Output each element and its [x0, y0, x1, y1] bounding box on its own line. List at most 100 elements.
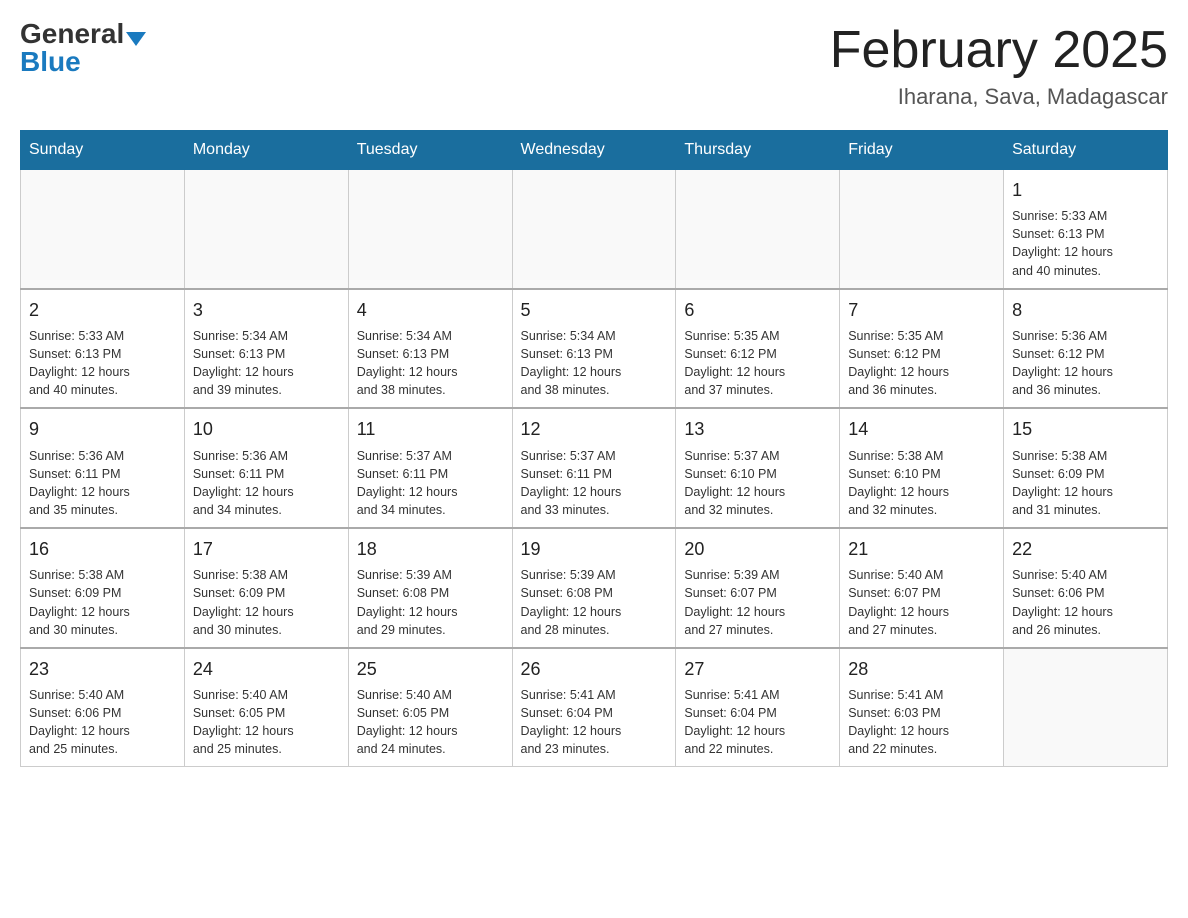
- calendar-day-cell: 24 Sunrise: 5:40 AMSunset: 6:05 PMDayligh…: [184, 648, 348, 767]
- day-of-week-header: Thursday: [676, 131, 840, 170]
- calendar-day-cell: 19 Sunrise: 5:39 AMSunset: 6:08 PMDayligh…: [512, 528, 676, 648]
- day-info: Sunrise: 5:38 AMSunset: 6:09 PMDaylight:…: [1012, 447, 1159, 520]
- day-number: 20: [684, 537, 831, 562]
- calendar-day-cell: 16 Sunrise: 5:38 AMSunset: 6:09 PMDayligh…: [21, 528, 185, 648]
- day-of-week-header: Monday: [184, 131, 348, 170]
- calendar-day-cell: 22 Sunrise: 5:40 AMSunset: 6:06 PMDayligh…: [1004, 528, 1168, 648]
- calendar-day-cell: 9 Sunrise: 5:36 AMSunset: 6:11 PMDaylight…: [21, 408, 185, 528]
- day-of-week-header: Tuesday: [348, 131, 512, 170]
- calendar-day-cell: 5 Sunrise: 5:34 AMSunset: 6:13 PMDaylight…: [512, 289, 676, 409]
- day-number: 10: [193, 417, 340, 442]
- day-number: 25: [357, 657, 504, 682]
- day-of-week-header: Wednesday: [512, 131, 676, 170]
- day-number: 7: [848, 298, 995, 323]
- calendar-day-cell: 26Sunrise: 5:41 AMSunset: 6:04 PMDayligh…: [512, 648, 676, 767]
- day-info: Sunrise: 5:41 AMSunset: 6:04 PMDaylight:…: [521, 686, 668, 759]
- day-info: Sunrise: 5:40 AMSunset: 6:07 PMDaylight:…: [848, 566, 995, 639]
- day-info: Sunrise: 5:41 AMSunset: 6:04 PMDaylight:…: [684, 686, 831, 759]
- day-number: 18: [357, 537, 504, 562]
- logo-arrow-icon: [126, 32, 146, 46]
- day-info: Sunrise: 5:34 AMSunset: 6:13 PMDaylight:…: [521, 327, 668, 400]
- calendar-week-row: 9 Sunrise: 5:36 AMSunset: 6:11 PMDaylight…: [21, 408, 1168, 528]
- day-of-week-header: Sunday: [21, 131, 185, 170]
- calendar-day-cell: [1004, 648, 1168, 767]
- day-info: Sunrise: 5:37 AMSunset: 6:10 PMDaylight:…: [684, 447, 831, 520]
- day-info: Sunrise: 5:35 AMSunset: 6:12 PMDaylight:…: [848, 327, 995, 400]
- day-info: Sunrise: 5:40 AMSunset: 6:06 PMDaylight:…: [29, 686, 176, 759]
- calendar-day-cell: 4Sunrise: 5:34 AMSunset: 6:13 PMDaylight…: [348, 289, 512, 409]
- day-of-week-header: Friday: [840, 131, 1004, 170]
- day-number: 28: [848, 657, 995, 682]
- day-info: Sunrise: 5:35 AMSunset: 6:12 PMDaylight:…: [684, 327, 831, 400]
- day-info: Sunrise: 5:39 AMSunset: 6:07 PMDaylight:…: [684, 566, 831, 639]
- location-title: Iharana, Sava, Madagascar: [830, 84, 1168, 110]
- calendar-day-cell: 14 Sunrise: 5:38 AMSunset: 6:10 PMDayligh…: [840, 408, 1004, 528]
- day-info: Sunrise: 5:36 AMSunset: 6:11 PMDaylight:…: [193, 447, 340, 520]
- day-info: Sunrise: 5:40 AMSunset: 6:05 PMDaylight:…: [193, 686, 340, 759]
- calendar-day-cell: [512, 170, 676, 289]
- calendar-day-cell: 17 Sunrise: 5:38 AMSunset: 6:09 PMDayligh…: [184, 528, 348, 648]
- logo: General Blue: [20, 20, 146, 76]
- day-number: 14: [848, 417, 995, 442]
- calendar-day-cell: 7 Sunrise: 5:35 AMSunset: 6:12 PMDaylight…: [840, 289, 1004, 409]
- calendar-day-cell: 1Sunrise: 5:33 AMSunset: 6:13 PMDaylight…: [1004, 170, 1168, 289]
- day-info: Sunrise: 5:34 AMSunset: 6:13 PMDaylight:…: [193, 327, 340, 400]
- calendar-day-cell: [840, 170, 1004, 289]
- calendar-day-cell: 21 Sunrise: 5:40 AMSunset: 6:07 PMDayligh…: [840, 528, 1004, 648]
- calendar-day-cell: 6Sunrise: 5:35 AMSunset: 6:12 PMDaylight…: [676, 289, 840, 409]
- day-info: Sunrise: 5:40 AMSunset: 6:06 PMDaylight:…: [1012, 566, 1159, 639]
- day-info: Sunrise: 5:38 AMSunset: 6:09 PMDaylight:…: [29, 566, 176, 639]
- calendar-day-cell: 15 Sunrise: 5:38 AMSunset: 6:09 PMDayligh…: [1004, 408, 1168, 528]
- day-number: 9: [29, 417, 176, 442]
- day-number: 2: [29, 298, 176, 323]
- calendar-day-cell: 11Sunrise: 5:37 AMSunset: 6:11 PMDayligh…: [348, 408, 512, 528]
- calendar-day-cell: [184, 170, 348, 289]
- logo-blue-text: Blue: [20, 48, 81, 76]
- day-number: 3: [193, 298, 340, 323]
- calendar-day-cell: [676, 170, 840, 289]
- day-info: Sunrise: 5:37 AMSunset: 6:11 PMDaylight:…: [521, 447, 668, 520]
- calendar-day-cell: [348, 170, 512, 289]
- day-number: 1: [1012, 178, 1159, 203]
- calendar-header-row: SundayMondayTuesdayWednesdayThursdayFrid…: [21, 131, 1168, 170]
- day-number: 5: [521, 298, 668, 323]
- day-number: 8: [1012, 298, 1159, 323]
- day-number: 16: [29, 537, 176, 562]
- calendar-week-row: 2Sunrise: 5:33 AMSunset: 6:13 PMDaylight…: [21, 289, 1168, 409]
- day-number: 24: [193, 657, 340, 682]
- day-info: Sunrise: 5:34 AMSunset: 6:13 PMDaylight:…: [357, 327, 504, 400]
- calendar-day-cell: 18 Sunrise: 5:39 AMSunset: 6:08 PMDayligh…: [348, 528, 512, 648]
- title-block: February 2025 Iharana, Sava, Madagascar: [830, 20, 1168, 110]
- day-info: Sunrise: 5:38 AMSunset: 6:09 PMDaylight:…: [193, 566, 340, 639]
- day-info: Sunrise: 5:36 AMSunset: 6:11 PMDaylight:…: [29, 447, 176, 520]
- day-number: 17: [193, 537, 340, 562]
- day-number: 15: [1012, 417, 1159, 442]
- calendar-day-cell: 27 Sunrise: 5:41 AMSunset: 6:04 PMDayligh…: [676, 648, 840, 767]
- day-info: Sunrise: 5:39 AMSunset: 6:08 PMDaylight:…: [521, 566, 668, 639]
- month-title: February 2025: [830, 20, 1168, 80]
- day-info: Sunrise: 5:37 AMSunset: 6:11 PMDaylight:…: [357, 447, 504, 520]
- day-of-week-header: Saturday: [1004, 131, 1168, 170]
- calendar-day-cell: 8Sunrise: 5:36 AMSunset: 6:12 PMDaylight…: [1004, 289, 1168, 409]
- calendar-table: SundayMondayTuesdayWednesdayThursdayFrid…: [20, 130, 1168, 767]
- calendar-day-cell: 3 Sunrise: 5:34 AMSunset: 6:13 PMDaylight…: [184, 289, 348, 409]
- day-number: 22: [1012, 537, 1159, 562]
- calendar-day-cell: [21, 170, 185, 289]
- calendar-day-cell: 12 Sunrise: 5:37 AMSunset: 6:11 PMDayligh…: [512, 408, 676, 528]
- day-number: 12: [521, 417, 668, 442]
- day-number: 27: [684, 657, 831, 682]
- day-number: 21: [848, 537, 995, 562]
- calendar-week-row: 1Sunrise: 5:33 AMSunset: 6:13 PMDaylight…: [21, 170, 1168, 289]
- day-number: 23: [29, 657, 176, 682]
- day-info: Sunrise: 5:39 AMSunset: 6:08 PMDaylight:…: [357, 566, 504, 639]
- logo-general-text: General: [20, 18, 124, 49]
- day-info: Sunrise: 5:38 AMSunset: 6:10 PMDaylight:…: [848, 447, 995, 520]
- calendar-week-row: 23 Sunrise: 5:40 AMSunset: 6:06 PMDayligh…: [21, 648, 1168, 767]
- day-number: 13: [684, 417, 831, 442]
- calendar-day-cell: 13 Sunrise: 5:37 AMSunset: 6:10 PMDayligh…: [676, 408, 840, 528]
- logo-top-line: General: [20, 20, 146, 48]
- day-number: 19: [521, 537, 668, 562]
- page-header: General Blue February 2025 Iharana, Sava…: [20, 20, 1168, 110]
- calendar-day-cell: 10 Sunrise: 5:36 AMSunset: 6:11 PMDayligh…: [184, 408, 348, 528]
- day-info: Sunrise: 5:41 AMSunset: 6:03 PMDaylight:…: [848, 686, 995, 759]
